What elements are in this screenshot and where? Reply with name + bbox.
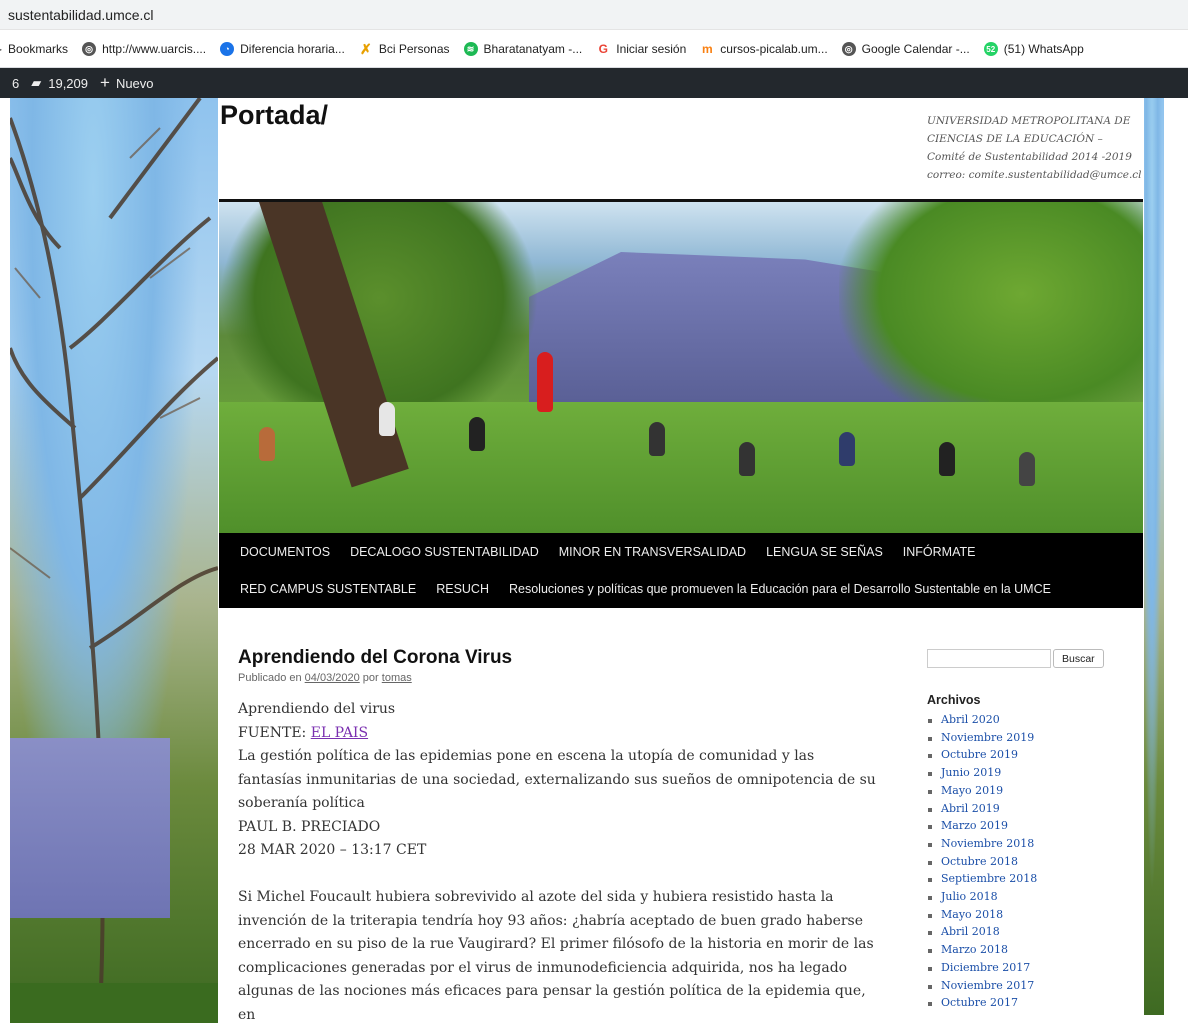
nav-item[interactable]: MINOR EN TRANSVERSALIDAD xyxy=(559,545,746,559)
content-line: Aprendiendo del virus xyxy=(238,701,396,717)
whatsapp-icon: 52 xyxy=(983,42,998,56)
nav-row: RED CAMPUS SUSTENTABLE RESUCH Resolucion… xyxy=(240,582,1071,596)
nav-item[interactable]: RESUCH xyxy=(436,582,489,596)
bookmark-item[interactable]: ✗ Bci Personas xyxy=(359,40,450,57)
person xyxy=(939,442,955,476)
archive-link[interactable]: Noviembre 2017 xyxy=(927,977,1127,995)
search-button[interactable]: Buscar xyxy=(1053,649,1104,668)
bci-icon: ✗ xyxy=(359,40,372,57)
person xyxy=(739,442,755,476)
archive-link[interactable]: Octubre 2017 xyxy=(927,994,1127,1012)
post-content: Aprendiendo del virus FUENTE: EL PAIS La… xyxy=(238,698,878,1027)
archive-link[interactable]: Noviembre 2019 xyxy=(927,729,1127,747)
archive-link[interactable]: Julio 2018 xyxy=(927,888,1127,906)
bookmarks-bar: ▸ Bookmarks ◎ http://www.uarcis.... ◔ Di… xyxy=(0,31,1188,68)
search-input[interactable] xyxy=(927,649,1051,668)
sidebar: Buscar Archivos Abril 2020 Noviembre 201… xyxy=(927,649,1127,1012)
person xyxy=(469,417,485,451)
main-nav: DOCUMENTOS DECALOGO SUSTENTABILIDAD MINO… xyxy=(219,533,1143,608)
clock-icon: ◔ xyxy=(220,42,235,56)
person xyxy=(537,352,553,412)
header-image[interactable] xyxy=(219,199,1143,536)
post: Aprendiendo del Corona Virus Publicado e… xyxy=(238,647,878,1027)
person xyxy=(1019,452,1035,486)
globe-icon: ◎ xyxy=(841,42,856,56)
post-dateline: 28 MAR 2020 – 13:17 CET xyxy=(238,842,427,858)
globe-icon: ◎ xyxy=(82,42,97,56)
post-author-link[interactable]: tomas xyxy=(382,672,412,684)
search-form: Buscar xyxy=(927,649,1127,668)
bookmark-item[interactable]: ◔ Diferencia horaria... xyxy=(220,42,345,56)
admin-count[interactable]: 6 xyxy=(12,76,19,91)
bookmark-item[interactable]: ▸ Bookmarks xyxy=(0,42,68,56)
site-description: UNIVERSIDAD METROPOLITANA DE CIENCIAS DE… xyxy=(927,115,1142,181)
post-body: Si Michel Foucault hubiera sobrevivido a… xyxy=(238,889,874,1023)
background-photo xyxy=(10,98,218,1023)
archive-link[interactable]: Mayo 2019 xyxy=(927,782,1127,800)
bookmark-item[interactable]: ◎ http://www.uarcis.... xyxy=(82,42,206,56)
main-page: Portada/ UNIVERSIDAD METROPOLITANA DE CI… xyxy=(218,98,1144,1023)
archive-link[interactable]: Noviembre 2018 xyxy=(927,835,1127,853)
person xyxy=(839,432,855,466)
archive-link[interactable]: Abril 2019 xyxy=(927,800,1127,818)
nav-item[interactable]: Resoluciones y políticas que promueven l… xyxy=(509,582,1051,596)
building-background xyxy=(10,738,170,918)
bookmarks-icon: ▸ xyxy=(0,42,2,56)
archive-link[interactable]: Octubre 2019 xyxy=(927,746,1127,764)
nav-item[interactable]: INFÓRMATE xyxy=(903,545,976,559)
background-photo-right xyxy=(1144,98,1164,1015)
nav-item[interactable]: RED CAMPUS SUSTENTABLE xyxy=(240,582,416,596)
archives-title: Archivos xyxy=(927,693,981,707)
comment-icon: ▰ xyxy=(31,75,42,90)
post-byline: PAUL B. PRECIADO xyxy=(238,818,381,835)
archive-link[interactable]: Septiembre 2018 xyxy=(927,870,1127,888)
url-text[interactable]: sustentabilidad.umce.cl xyxy=(8,7,154,23)
spotify-icon: ≋ xyxy=(463,42,478,56)
person xyxy=(649,422,665,456)
post-date-link[interactable]: 04/03/2020 xyxy=(305,672,360,684)
comments-button[interactable]: ▰ 19,209 xyxy=(31,75,88,91)
post-meta: Publicado en 04/03/2020 por tomas xyxy=(238,672,412,684)
source-link[interactable]: EL PAIS xyxy=(311,725,368,741)
archive-link[interactable]: Diciembre 2017 xyxy=(927,959,1127,977)
moodle-icon: m xyxy=(701,42,713,56)
archive-link[interactable]: Abril 2020 xyxy=(927,711,1127,729)
nav-row: DOCUMENTOS DECALOGO SUSTENTABILIDAD MINO… xyxy=(240,545,995,559)
person xyxy=(379,402,395,436)
archive-link[interactable]: Marzo 2018 xyxy=(927,941,1127,959)
url-bar[interactable]: sustentabilidad.umce.cl xyxy=(0,0,1188,30)
person xyxy=(259,427,275,461)
new-button[interactable]: + Nuevo xyxy=(100,73,154,93)
bookmark-item[interactable]: G Iniciar sesión xyxy=(596,42,687,56)
site-title[interactable]: Portada/ xyxy=(220,100,328,131)
plus-icon: + xyxy=(100,73,110,92)
archive-link[interactable]: Mayo 2018 xyxy=(927,906,1127,924)
archive-link[interactable]: Octubre 2018 xyxy=(927,853,1127,871)
bookmark-item[interactable]: ≋ Bharatanatyam -... xyxy=(463,42,582,56)
bookmark-item[interactable]: 52 (51) WhatsApp xyxy=(983,42,1084,56)
hedge-background xyxy=(10,983,218,1023)
bookmark-item[interactable]: m cursos-picalab.um... xyxy=(700,42,828,56)
google-icon: G xyxy=(598,42,608,56)
nav-item[interactable]: DOCUMENTOS xyxy=(240,545,330,559)
nav-item[interactable]: DECALOGO SUSTENTABILIDAD xyxy=(350,545,539,559)
bookmark-item[interactable]: ◎ Google Calendar -... xyxy=(841,42,970,56)
archives-list: Abril 2020 Noviembre 2019 Octubre 2019 J… xyxy=(927,711,1127,1012)
source-line: FUENTE: EL PAIS xyxy=(238,724,369,741)
archive-link[interactable]: Abril 2018 xyxy=(927,923,1127,941)
post-lead: La gestión política de las epidemias pon… xyxy=(238,748,876,811)
post-title[interactable]: Aprendiendo del Corona Virus xyxy=(238,647,878,669)
archive-link[interactable]: Junio 2019 xyxy=(927,764,1127,782)
tree-foliage xyxy=(839,202,1143,432)
admin-bar: 6 ▰ 19,209 + Nuevo xyxy=(0,68,1188,98)
nav-item[interactable]: LENGUA SE SEÑAS xyxy=(766,545,883,559)
archive-link[interactable]: Marzo 2019 xyxy=(927,817,1127,835)
